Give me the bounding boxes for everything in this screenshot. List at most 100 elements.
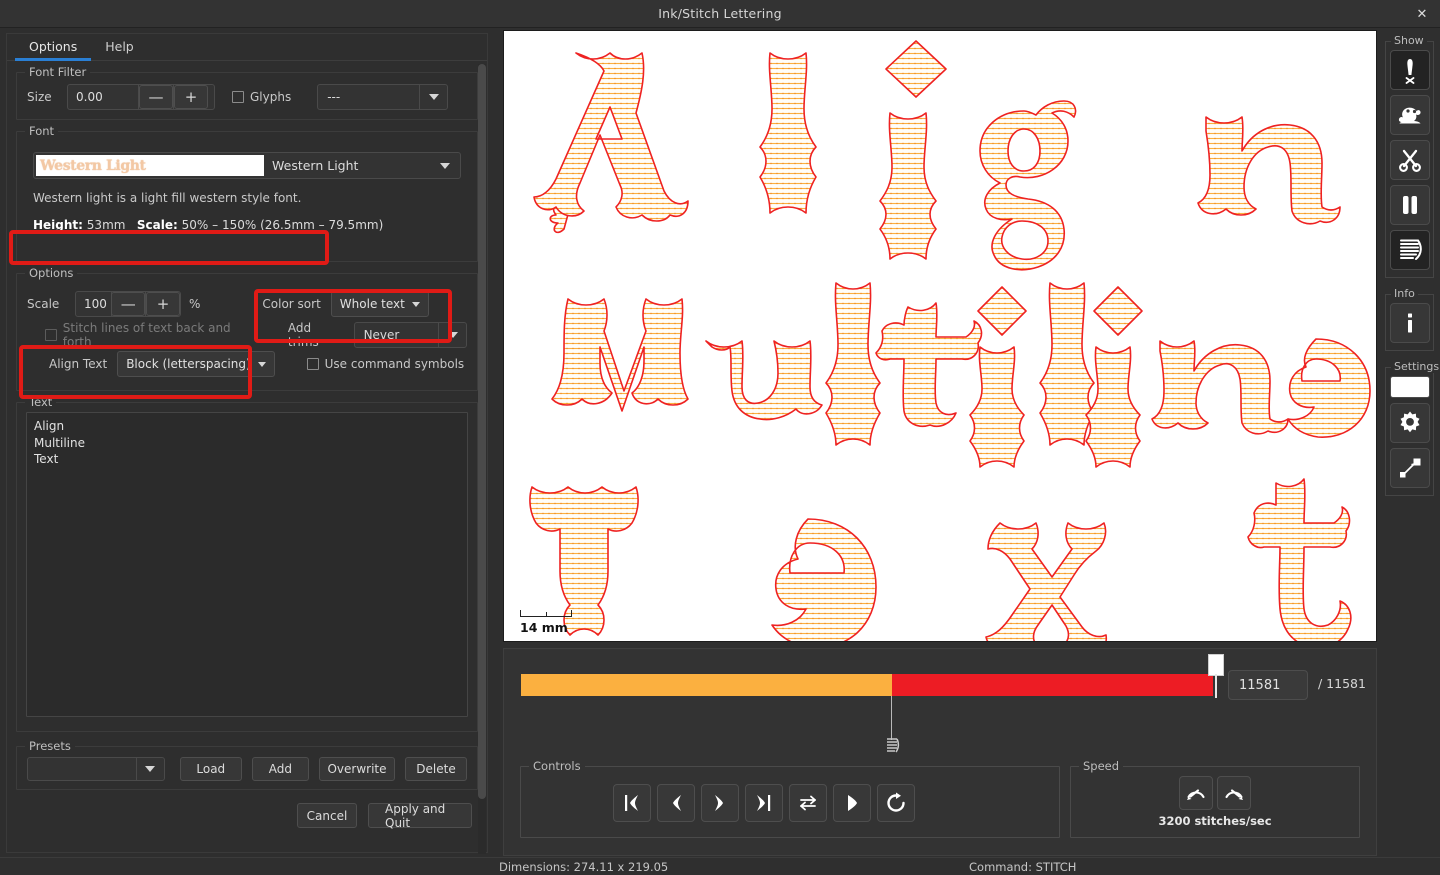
glyphs-checkbox[interactable]: Glyphs (232, 90, 291, 104)
speed-up-button[interactable] (1217, 776, 1251, 810)
jump-to-end-button[interactable] (745, 784, 783, 822)
tab-options[interactable]: Options (15, 34, 92, 61)
text-group-label: Text (25, 395, 57, 409)
info-icon[interactable] (1389, 303, 1430, 343)
overwrite-button[interactable]: Overwrite (319, 757, 395, 781)
restart-button[interactable] (877, 784, 915, 822)
show-label: Show (1391, 34, 1427, 47)
stitch-slider-stem (1215, 674, 1217, 698)
scrollbar-thumb[interactable] (478, 64, 486, 799)
chevron-down-icon (430, 153, 460, 178)
gear-icon[interactable] (1389, 403, 1430, 443)
scale-unit: % (189, 297, 201, 311)
trims-icon[interactable] (1389, 140, 1430, 180)
font-description: Western light is a light fill western st… (33, 191, 302, 205)
font-filter-select[interactable]: --- (317, 84, 449, 110)
stitch-total-label: / 11581 (1318, 676, 1366, 691)
color-sort-value: Whole text (339, 297, 405, 311)
options-group-label: Options (25, 266, 78, 280)
scale-value[interactable]: 100 (76, 297, 111, 311)
background-color-swatch[interactable] (1389, 376, 1430, 398)
presets-select[interactable] (27, 757, 165, 781)
color-sort-select[interactable]: Whole text (330, 291, 429, 317)
step-backward-icon (673, 795, 681, 811)
color-segment-red[interactable] (892, 674, 1213, 696)
scale-increment-button[interactable]: + (146, 292, 180, 316)
add-trims-select[interactable]: Never (353, 322, 467, 348)
tab-bar: Options Help (7, 34, 487, 61)
jump-to-start-button[interactable] (613, 784, 651, 822)
step-forward-button[interactable] (701, 784, 739, 822)
stops-icon[interactable] (1389, 185, 1430, 225)
color-sort-label: Color sort (262, 297, 321, 311)
status-bar: Dimensions: 274.11 x 219.05 Command: STI… (0, 857, 1440, 875)
scale-bar-label: 14 mm (520, 620, 568, 635)
scale-label-opt: Scale (27, 297, 60, 311)
stitch-back-forth-checkbox[interactable]: Stitch lines of text back and forth (45, 321, 259, 349)
font-select[interactable]: Western Light Western Light (33, 152, 461, 179)
align-text-value: Block (letterspacing) (126, 357, 251, 371)
toggle-direction-button[interactable] (789, 784, 827, 822)
step-backward-button[interactable] (657, 784, 695, 822)
size-value[interactable]: 0.00 (68, 90, 138, 104)
load-button[interactable]: Load (179, 757, 242, 781)
font-filter-group: Font Filter Size 0.00 — + Glyphs --- (16, 65, 478, 120)
apply-and-quit-button[interactable]: Apply and Quit (368, 802, 472, 830)
command-status: Command: STITCH (969, 860, 1077, 874)
info-group: Info (1385, 287, 1434, 351)
cancel-button[interactable]: Cancel (297, 803, 357, 828)
size-increment-button[interactable]: + (174, 85, 208, 109)
stitch-back-forth-label: Stitch lines of text back and forth (62, 321, 231, 349)
align-text-select[interactable]: Block (letterspacing) (117, 351, 275, 377)
delete-button[interactable]: Delete (405, 757, 467, 781)
stitch-number-input[interactable]: 11581 (1228, 670, 1308, 700)
height-value: 53mm (86, 218, 126, 232)
use-command-symbols-checkbox[interactable]: Use command symbols (306, 357, 464, 371)
needle-penetration-points-icon[interactable] (1389, 50, 1430, 90)
speed-value: 3200 stitches/sec (1158, 814, 1272, 828)
play-button[interactable] (833, 784, 871, 822)
info-label: Info (1391, 287, 1418, 300)
options-group: Options Scale 100 — + % Color sort Whole… (16, 266, 478, 391)
line-1-Align (533, 40, 1341, 271)
left-options-panel: Options Help Font Filter Size 0.00 — + G… (0, 28, 500, 860)
thread-spool-icon (884, 737, 900, 759)
font-filter-label: Font Filter (25, 65, 91, 79)
left-panel-scrollbar[interactable] (478, 64, 486, 854)
font-preview-image: Western Light (36, 155, 264, 176)
height-label: Height: (33, 218, 83, 232)
scale-stepper[interactable]: 100 — + (75, 291, 181, 317)
scale-decrement-button[interactable]: — (111, 292, 146, 316)
tab-help[interactable]: Help (91, 34, 148, 61)
slow-down-button[interactable] (1179, 776, 1213, 810)
text-input[interactable]: Align Multiline Text (26, 412, 468, 717)
resize-icon[interactable] (1389, 448, 1430, 488)
window-title: Ink/Stitch Lettering (658, 6, 782, 21)
speed-label: Speed (1079, 759, 1124, 773)
color-segment-orange[interactable] (521, 674, 892, 696)
page-specs-icon[interactable] (1389, 230, 1430, 270)
align-text-label: Align Text (49, 357, 108, 371)
toggle-direction-icon (800, 795, 816, 811)
text-line: Multiline (34, 435, 85, 450)
stitch-slider-thumb[interactable] (1208, 654, 1224, 676)
size-label: Size (27, 90, 52, 104)
play-icon (848, 795, 857, 811)
stitch-preview-svg (529, 40, 1371, 641)
font-group: Font Western Light Western Light Western… (16, 124, 478, 262)
close-icon[interactable]: ✕ (1412, 4, 1432, 24)
stitch-preview-canvas[interactable]: 14 mm (503, 30, 1377, 642)
text-group: Text Align Multiline Text (16, 395, 478, 732)
color-change-marker-line (891, 696, 892, 740)
size-stepper[interactable]: 0.00 — + (67, 84, 215, 110)
jump-to-start-icon (625, 795, 638, 811)
slow-down-icon (1187, 789, 1205, 800)
speed-up-icon (1225, 789, 1243, 800)
chevron-down-icon (135, 758, 164, 780)
jump-stitches-icon[interactable] (1389, 95, 1430, 135)
chevron-down-icon (438, 323, 466, 347)
add-button[interactable]: Add (251, 757, 309, 781)
size-decrement-button[interactable]: — (139, 85, 173, 109)
text-line: Align (34, 419, 65, 433)
color-progress-bar[interactable] (521, 674, 1213, 696)
